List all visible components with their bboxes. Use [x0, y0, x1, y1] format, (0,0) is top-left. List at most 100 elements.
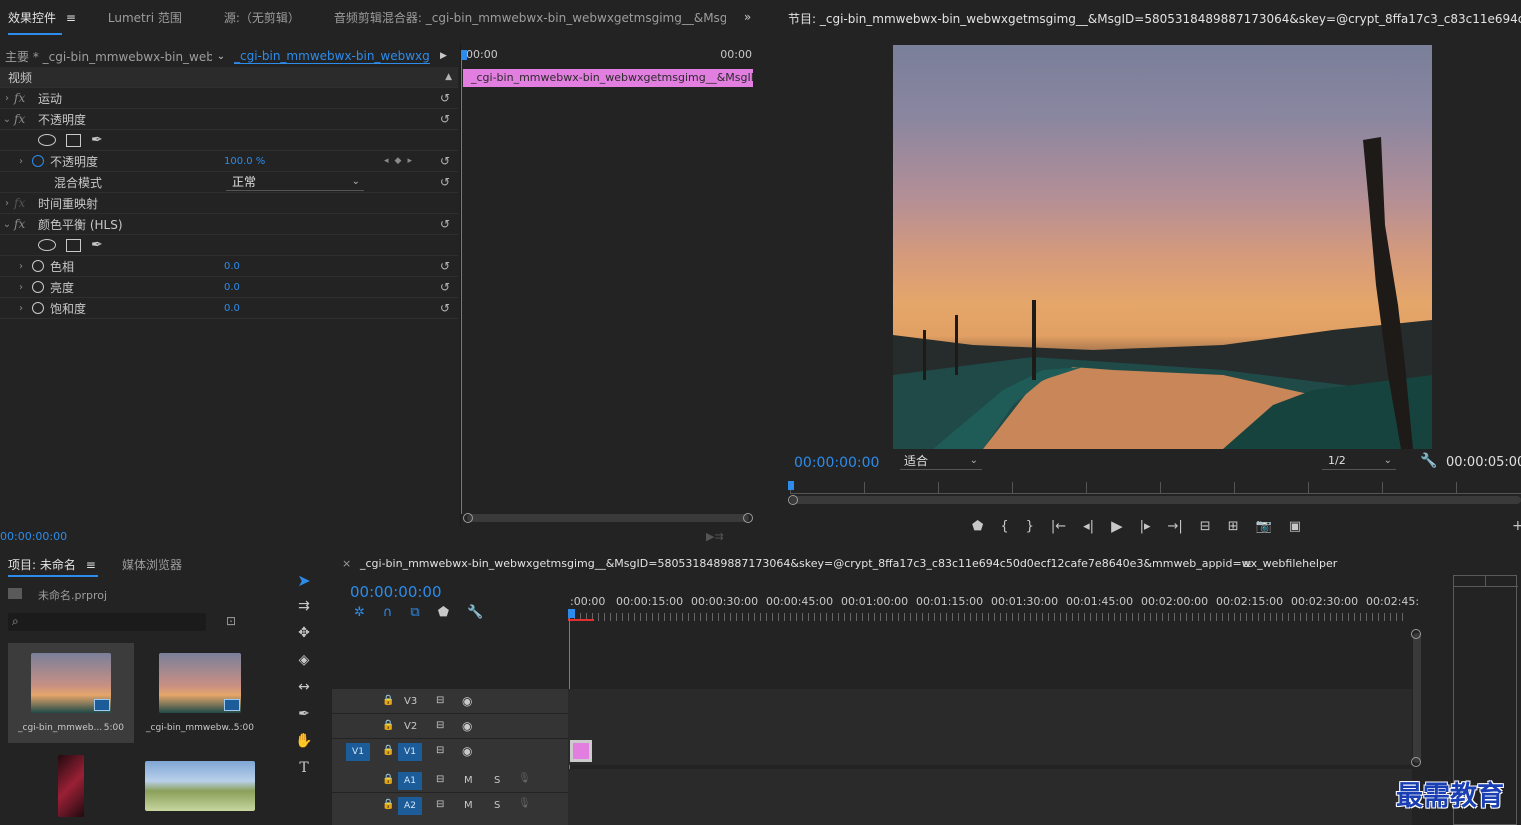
solo-button[interactable]: S	[494, 800, 500, 811]
eye-icon[interactable]: ◉	[462, 744, 472, 758]
opacity-value[interactable]: 100.0 %	[224, 156, 265, 167]
program-scrollbar[interactable]	[788, 495, 1521, 505]
effect-motion[interactable]: › fx 运动 ↺	[0, 88, 458, 109]
more-tabs-icon[interactable]: »	[734, 10, 761, 24]
param-lightness[interactable]: › 亮度 0.0 ↺	[0, 277, 458, 298]
stopwatch-icon[interactable]	[32, 155, 44, 167]
reset-icon[interactable]: ↺	[440, 301, 450, 315]
step-forward-icon[interactable]: |▸	[1140, 519, 1151, 534]
tab-source[interactable]: 源:（无剪辑）	[214, 9, 310, 26]
fx-icon[interactable]: fx	[14, 112, 32, 126]
eye-icon[interactable]: ◉	[462, 719, 472, 733]
scroll-handle-bottom[interactable]	[1411, 757, 1421, 767]
timeline-timecode[interactable]: 00:00:00:00	[350, 583, 442, 601]
project-tab[interactable]: 项目: 未命名 ≡	[8, 556, 98, 577]
selection-tool-icon[interactable]: ➤	[292, 569, 316, 591]
fx-icon[interactable]: fx	[14, 217, 32, 231]
nest-icon[interactable]: ✲	[354, 605, 365, 620]
snap-icon[interactable]: ∩	[383, 605, 393, 620]
mute-button[interactable]: M	[464, 800, 473, 811]
microphone-icon[interactable]: 🎙	[518, 773, 531, 784]
program-title[interactable]: 节目: _cgi-bin_mmwebwx-bin_webwxgetmsgimg_…	[788, 10, 1521, 27]
tab-media-browser[interactable]: 媒体浏览器	[122, 556, 182, 573]
go-to-in-icon[interactable]: |←	[1051, 519, 1066, 534]
chevron-right-icon[interactable]: ›	[14, 156, 28, 167]
lock-icon[interactable]: 🔒	[382, 695, 394, 706]
type-tool-icon[interactable]: T	[292, 757, 316, 779]
add-button-icon[interactable]: +	[1512, 518, 1521, 534]
tab-lumetri[interactable]: Lumetri 范围	[98, 9, 192, 26]
keyframe-nav-icon[interactable]: ◂◆▸	[384, 156, 418, 166]
chevron-down-icon[interactable]: ⌄	[212, 51, 230, 62]
pen-mask-icon[interactable]: ✒	[91, 237, 103, 253]
step-back-icon[interactable]: ◂|	[1083, 519, 1094, 534]
lock-icon[interactable]: 🔒	[382, 745, 394, 756]
mute-button[interactable]: M	[464, 775, 473, 786]
saturation-value[interactable]: 0.0	[224, 303, 240, 314]
microphone-icon[interactable]: 🎙	[518, 798, 531, 809]
wrench-icon[interactable]: 🔧	[1420, 453, 1437, 469]
video-preview[interactable]	[893, 45, 1432, 449]
scroll-handle-top[interactable]	[1411, 629, 1421, 639]
toggle-sync-icon[interactable]: ⊟	[436, 774, 444, 785]
ellipse-mask-icon[interactable]	[38, 134, 56, 146]
effect-opacity[interactable]: ⌄ fx 不透明度 ↺	[0, 109, 458, 130]
chevron-down-icon[interactable]: ⌄	[0, 219, 14, 230]
param-saturation[interactable]: › 饱和度 0.0 ↺	[0, 298, 458, 319]
program-playhead[interactable]	[788, 481, 794, 490]
toggle-sync-icon[interactable]: ⊟	[436, 695, 444, 706]
rectangle-mask-icon[interactable]	[66, 133, 81, 147]
chevron-right-icon[interactable]: ›	[14, 303, 28, 314]
program-timecode[interactable]: 00:00:00:00	[794, 455, 879, 471]
effect-color-balance[interactable]: ⌄ fx 颜色平衡 (HLS) ↺	[0, 214, 458, 235]
reset-icon[interactable]: ↺	[440, 259, 450, 273]
track-v2-label[interactable]: V2	[404, 721, 417, 732]
tab-audio-mixer[interactable]: 音频剪辑混合器: _cgi-bin_mmwebwx-bin_webwxgetms…	[324, 9, 726, 26]
chevron-down-icon[interactable]: ⌄	[0, 114, 14, 125]
work-area-bar[interactable]	[568, 619, 594, 621]
slip-tool-icon[interactable]: ↔	[292, 676, 316, 698]
eye-icon[interactable]: ◉	[462, 694, 472, 708]
lock-icon[interactable]: 🔒	[382, 720, 394, 731]
project-item[interactable]: _cgi-bin_mmwebw... 5:00	[138, 643, 264, 743]
chevron-right-icon[interactable]: ›	[14, 282, 28, 293]
resolution-select[interactable]: 1/2 ⌄	[1322, 452, 1396, 470]
stopwatch-icon[interactable]	[32, 281, 44, 293]
camera-icon[interactable]: 📷	[1256, 519, 1272, 534]
reset-icon[interactable]: ↺	[440, 91, 450, 105]
new-bin-icon[interactable]: ⊡	[226, 614, 236, 628]
add-marker-icon[interactable]: ⬟	[438, 605, 449, 620]
reset-icon[interactable]: ↺	[440, 112, 450, 126]
timeline-ruler[interactable]: :00:00 00:00:15:00 00:00:30:00 00:00:45:…	[568, 595, 1419, 623]
ec-timecode[interactable]: 00:00:00:00	[0, 530, 67, 543]
clip-label[interactable]: _cgi-bin_mmwebwx-bin_webwxget...	[234, 49, 430, 64]
project-item[interactable]	[8, 749, 134, 825]
track-target-a1[interactable]: A1	[398, 772, 422, 790]
track-target-a2[interactable]: A2	[398, 797, 422, 815]
blend-mode-select[interactable]: 正常 ⌄	[226, 174, 364, 191]
mark-out-icon[interactable]: }	[1026, 519, 1034, 534]
menu-icon[interactable]: ≡	[66, 11, 76, 25]
lock-icon[interactable]: 🔒	[382, 799, 394, 810]
ec-scrollbar[interactable]	[463, 513, 753, 523]
razor-tool-icon[interactable]: ◈	[292, 649, 316, 671]
hue-value[interactable]: 0.0	[224, 261, 240, 272]
lock-icon[interactable]: 🔒	[382, 774, 394, 785]
track-v3-label[interactable]: V3	[404, 696, 417, 707]
reset-icon[interactable]: ↺	[440, 175, 450, 189]
compare-icon[interactable]: ▣	[1289, 519, 1301, 534]
timeline-vscroll[interactable]	[1411, 629, 1421, 767]
pen-tool-icon[interactable]: ✒	[292, 703, 316, 725]
play-icon[interactable]: ▶	[1111, 517, 1123, 535]
toggle-sync-icon[interactable]: ⊟	[436, 745, 444, 756]
collapse-up-icon[interactable]: ▲	[445, 72, 452, 82]
chevron-right-icon[interactable]: ›	[0, 93, 14, 104]
source-patch-v1[interactable]: V1	[346, 743, 370, 761]
lift-icon[interactable]: ⊟	[1200, 519, 1211, 534]
fit-select[interactable]: 适合 ⌄	[900, 452, 982, 470]
go-to-out-icon[interactable]: →|	[1168, 519, 1183, 534]
reset-icon[interactable]: ↺	[440, 280, 450, 294]
master-label[interactable]: 主要 * _cgi-bin_mmwebwx-bin_webw...	[0, 48, 212, 65]
ec-clip-bar[interactable]: _cgi-bin_mmwebwx-bin_webwxgetmsgimg__&Ms…	[463, 69, 753, 87]
program-ruler[interactable]	[790, 482, 1521, 494]
